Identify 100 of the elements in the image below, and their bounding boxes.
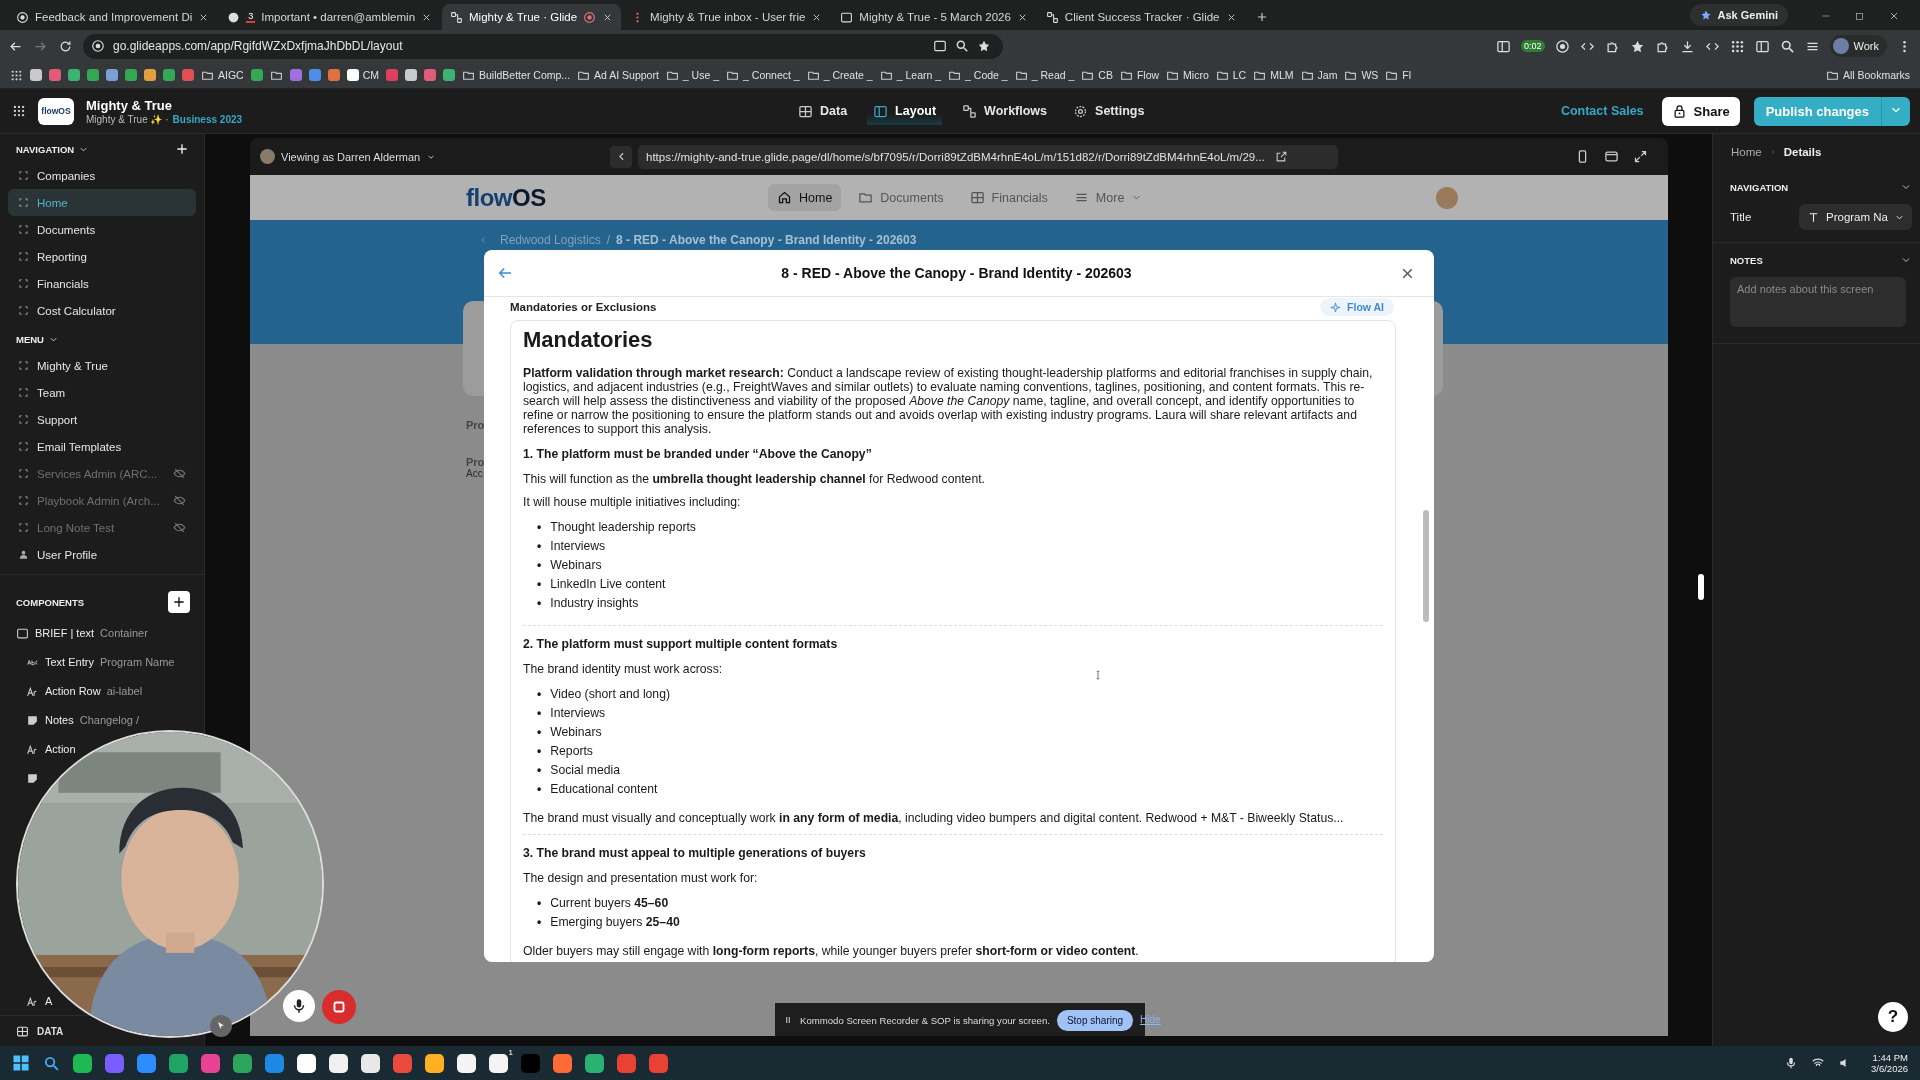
nav-tab[interactable]: More [1064,184,1152,211]
screen-item[interactable]: Home [8,189,196,216]
bookmark[interactable]: _ Learn _ [879,68,942,82]
section-header[interactable]: COMPONENTS [16,596,85,608]
component-item[interactable]: Action [26,739,76,759]
share-button[interactable]: Share [1661,96,1740,126]
app-icon[interactable] [329,1053,348,1073]
bookmark[interactable] [308,69,321,81]
bookmark[interactable] [327,69,340,81]
bookmark[interactable]: MLM [1253,68,1294,82]
component-item[interactable]: Action Row ai-label [26,681,143,701]
component-item[interactable]: A [26,991,53,1011]
browser-tab[interactable]: Mighty & True - 5 March 2026 [832,4,1036,30]
bookmark[interactable] [68,69,80,81]
component-item[interactable]: Notes Changelog / [26,710,140,730]
section-header[interactable]: NAVIGATION [1730,181,1789,193]
nav-tab[interactable]: Home [768,184,842,211]
screen-item[interactable]: Support [8,406,196,433]
component-item[interactable]: Text Entry Program Name [26,652,175,672]
microphone-icon[interactable] [1784,1056,1798,1070]
browser-tab[interactable]: Client Success Tracker · Glide [1037,4,1245,30]
section-header[interactable]: NAVIGATION [16,143,90,155]
screen-item[interactable]: Mighty & True [8,352,196,379]
browser-tab[interactable]: 3 Important • darren@amblemin [219,4,441,30]
address-field[interactable]: go.glideapps.com/app/RgifdWZxDxfjmaJhDbDL/layout [83,33,1003,59]
app-icon[interactable] [457,1053,476,1073]
bookmark[interactable] [163,69,175,81]
bookmark[interactable] [250,69,263,81]
expand-icon[interactable] [1633,149,1648,164]
data-button[interactable]: DATA [16,1024,64,1038]
all-bookmarks[interactable]: All Bookmarks [1825,68,1910,82]
bookmark[interactable]: _ Connect _ [726,68,800,82]
windows-start-icon[interactable] [12,1054,30,1072]
breadcrumb-link[interactable]: Home [1731,146,1762,158]
screen-item[interactable]: Email Templates [8,433,196,460]
ask-gemini-button[interactable]: Ask Gemini [1690,4,1788,26]
title-dropdown[interactable]: Program Na [1799,204,1912,230]
bookmark[interactable] [443,69,455,81]
contact-sales-link[interactable]: Contact Sales [1560,104,1644,118]
toolbar-icon[interactable] [1629,38,1645,54]
editor-tab[interactable]: Workflows [956,97,1054,125]
search-icon[interactable] [43,1054,60,1072]
nav-tab[interactable]: Documents [849,184,953,211]
clipboard-icon[interactable] [932,39,947,53]
bookmark[interactable]: CM [346,69,379,81]
plan-label[interactable]: Business 2023 [172,113,243,125]
close-icon[interactable] [1888,10,1900,22]
app-icon[interactable] [297,1053,316,1073]
bookmark[interactable]: Jam [1300,68,1338,82]
bookmark[interactable]: _ Read _ [1014,68,1075,82]
apps-icon[interactable] [10,68,23,82]
section-header[interactable]: NOTES [1730,254,1763,266]
tablet-icon[interactable] [1604,149,1619,164]
url-field[interactable]: https://mighty-and-true.glide.page/dl/home/s/bf7095/r/Dorri89tZdBM4rhnE4oL/m/151d82/r/Dorri89tZdBM4rhnE4oL/m/29... [638,144,1338,169]
bookmark[interactable] [144,69,156,81]
screen-item[interactable]: Reporting [8,243,196,270]
bookmark[interactable]: AIGC [201,68,244,82]
toolbar-icon[interactable] [1779,38,1795,54]
star-icon[interactable] [976,39,991,53]
notes-field[interactable]: Add notes about this screen [1730,277,1906,327]
bookmark[interactable] [289,69,302,81]
resize-handle[interactable] [1698,574,1704,600]
app-icon[interactable] [361,1053,380,1073]
help-button[interactable]: ? [1878,1002,1908,1032]
bookmark[interactable]: Micro [1166,68,1209,82]
bookmark[interactable] [424,69,436,81]
screen-item[interactable]: Companies [8,162,196,189]
screen-item[interactable]: Cost Calculator [8,297,196,324]
apps-menu-icon[interactable] [12,104,26,118]
toolbar-icon[interactable] [1754,38,1770,54]
add-button[interactable] [168,591,190,613]
search-icon[interactable] [954,39,969,53]
bookmark[interactable]: Ad AI Support [577,68,659,82]
browser-tab[interactable]: Feedback and Improvement Di [8,4,218,30]
browser-tab[interactable]: Mighty & True inbox - User frie [623,4,831,30]
add-icon[interactable] [174,141,190,157]
bookmark[interactable] [125,69,137,81]
bookmark[interactable]: _ Use _ [665,68,720,82]
editor-tab[interactable]: Settings [1067,97,1151,125]
screen-item[interactable]: Documents [8,216,196,243]
bookmark[interactable] [87,69,99,81]
bookmark[interactable]: Fl [1385,68,1412,82]
screen-item[interactable]: User Profile [8,541,196,568]
bookmark[interactable] [106,69,118,81]
bookmark[interactable]: WS [1344,68,1379,82]
bookmark[interactable]: LC [1215,68,1247,82]
bookmark[interactable]: _ Code _ [948,68,1008,82]
bookmark[interactable] [405,69,417,81]
component-item[interactable]: BRIEF | text Container [16,623,148,643]
extension-icon[interactable] [1496,38,1511,54]
screen-item[interactable]: Financials [8,270,196,297]
viewing-as-selector[interactable]: Viewing as Darren Alderman [260,149,610,164]
toolbar-icon[interactable] [1729,38,1745,54]
bookmark[interactable]: Flow [1119,68,1160,82]
app-icon[interactable] [73,1053,92,1073]
browser-tab[interactable]: Mighty & True · Glide [442,4,622,30]
bookmark[interactable]: BuildBetter Comp... [462,68,571,82]
app-icon[interactable] [425,1053,444,1073]
bookmark[interactable] [30,69,42,81]
section-header[interactable]: MENU [16,333,59,345]
